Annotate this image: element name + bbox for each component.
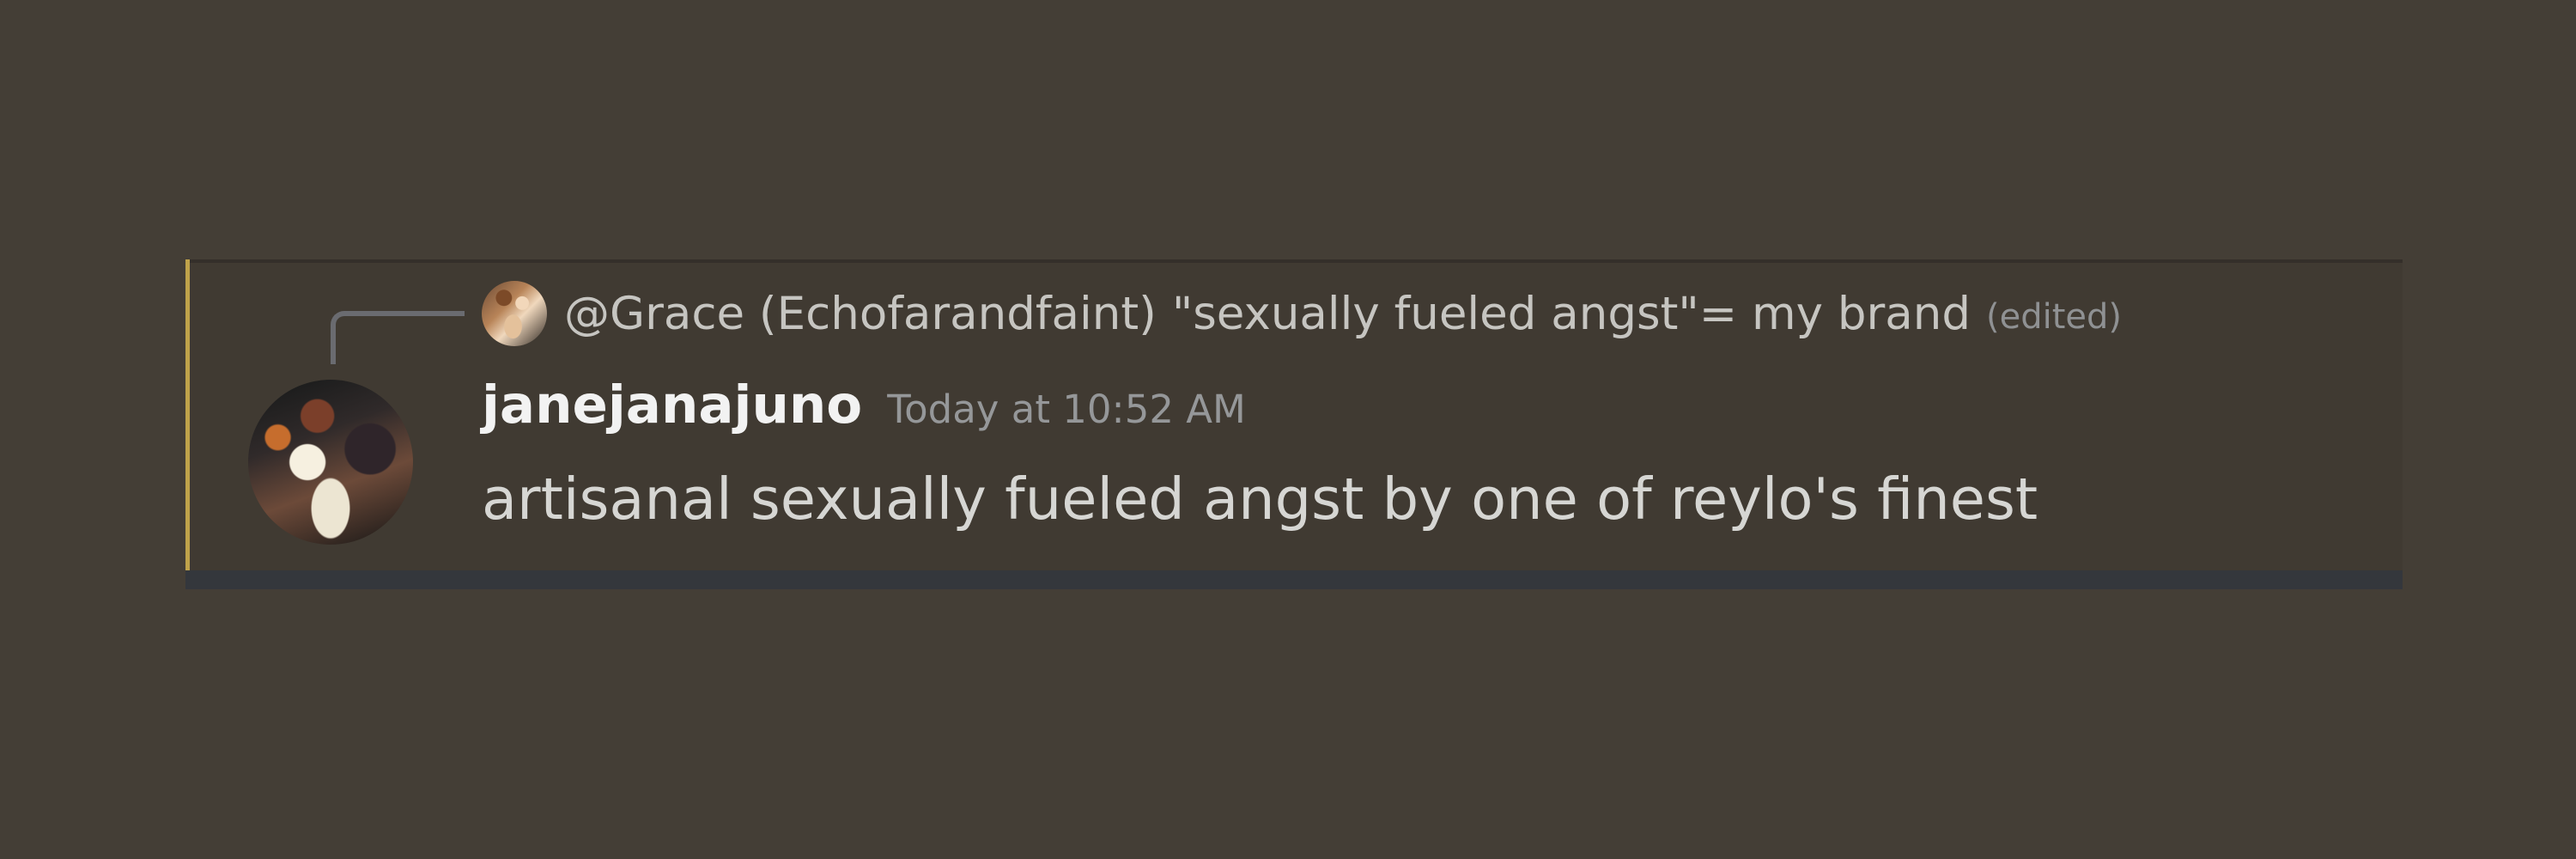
message-top-divider bbox=[190, 259, 2403, 263]
reply-avatar[interactable] bbox=[482, 281, 547, 346]
reply-spine-icon bbox=[331, 311, 465, 364]
message-content: artisanal sexually fueled angst by one o… bbox=[482, 466, 2038, 533]
user-avatar[interactable] bbox=[248, 380, 413, 545]
highlighted-message[interactable]: @Grace (Echofarandfaint) "sexually fuele… bbox=[185, 259, 2403, 589]
reply-author-mention[interactable]: @Grace (Echofarandfaint) bbox=[564, 288, 1157, 340]
username[interactable]: janejanajuno bbox=[482, 375, 862, 436]
message-timestamp[interactable]: Today at 10:52 AM bbox=[887, 387, 1246, 432]
reply-message-preview[interactable]: "sexually fueled angst"= my brand bbox=[1172, 288, 1971, 340]
edited-label: (edited) bbox=[1985, 297, 2122, 337]
message-bottom-bar bbox=[185, 570, 2403, 589]
reply-preview[interactable]: @Grace (Echofarandfaint) "sexually fuele… bbox=[482, 278, 2122, 349]
message-header: janejanajuno Today at 10:52 AM bbox=[482, 375, 1246, 436]
